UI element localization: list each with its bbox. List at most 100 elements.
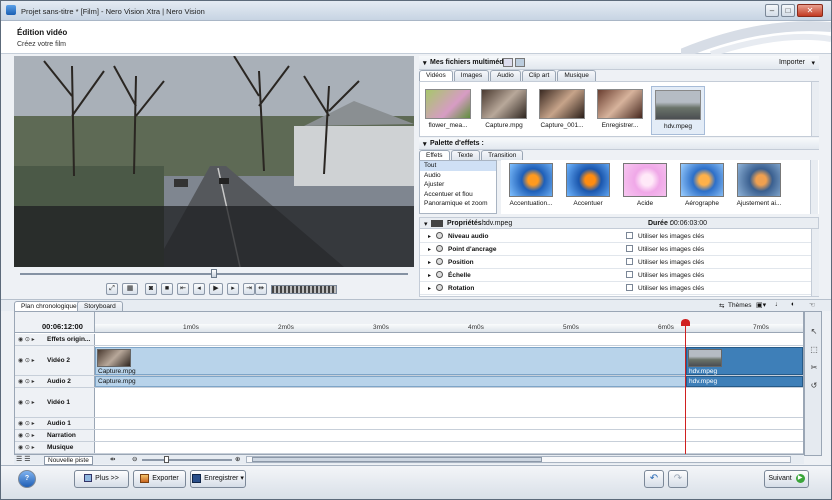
timeline-scroll-thumb[interactable] [252,457,542,462]
export-button[interactable]: Exporter [133,470,186,488]
tab-videos[interactable]: Vidéos [419,70,453,81]
keyframe-checkbox[interactable] [626,284,633,291]
split-icon[interactable]: ⇹ [255,283,267,295]
effect-category-list[interactable]: Tout Audio Ajuster Accentuer et flou Pan… [419,160,497,214]
fit-timeline-icon[interactable]: ⇹ [110,455,115,463]
pan-tool-icon[interactable]: ☜ [809,301,815,309]
audio-clip[interactable]: Capture.mpg [95,376,686,387]
collapse-arrow-icon[interactable]: ▾ [423,140,427,148]
import-button[interactable]: Importer [779,59,805,66]
collapse-arrow-icon[interactable]: ▾ [423,59,427,67]
property-row[interactable]: ▸ Position Utiliser les images clés [420,256,812,269]
save-button[interactable]: Enregistrer ▾ [190,470,246,488]
preview-seek-bar[interactable] [14,267,414,281]
media-item[interactable]: Capture.mpg [478,86,530,135]
undo-tool-icon[interactable]: ↺ [808,380,820,392]
zoom-in-icon[interactable]: ⊕ [235,455,240,463]
property-row[interactable]: ▸ Point d'ancrage Utiliser les images cl… [420,243,812,256]
effect-item[interactable]: Accentuation... [505,163,557,213]
list-view-icon[interactable] [503,58,513,67]
previous-frame-icon[interactable]: ◂ [193,283,205,295]
track-control-icons[interactable]: ◉ ⊙ ▸ [18,378,35,385]
play-icon[interactable]: ▶ [209,283,223,295]
seek-handle[interactable] [211,269,217,278]
themes-icon[interactable]: ⇆ [719,302,724,310]
go-to-end-icon[interactable]: ⇥ [243,283,255,295]
property-row[interactable]: ▸ Niveau audio Utiliser les images clés [420,230,812,243]
media-item[interactable]: Capture_001... [536,86,588,135]
timeline-ruler[interactable]: 1m0s 2m0s 3m0s 4m0s 5m0s 6m0s 7m0s [95,324,803,333]
expand-icon[interactable]: ▸ [428,246,431,253]
redo-button[interactable]: ↷ [668,470,688,488]
select-tool-icon[interactable]: ↖ [808,326,820,338]
track-control-icons[interactable]: ◉ ⊙ ▸ [18,399,35,406]
effects-scrollbar[interactable] [810,160,818,214]
marquee-tool-icon[interactable]: ⬚ [808,344,820,356]
snap-icon[interactable]: ◐ [791,301,795,308]
property-row[interactable]: ▸ Échelle Utiliser les images clés [420,269,812,282]
effect-item[interactable]: Ajustement ai... [733,163,785,213]
category-item[interactable]: Accentuer et flou [420,190,496,200]
expand-icon[interactable]: ▸ [428,259,431,266]
track-control-icons[interactable]: ◉ ⊙ ▸ [18,432,35,439]
close-button[interactable]: ✕ [797,4,823,17]
effect-item[interactable]: Accentuer [562,163,614,213]
cut-tool-icon[interactable]: ✂ [808,362,820,374]
next-button[interactable]: Suivant ▶ [764,470,809,488]
keyframe-checkbox[interactable] [626,232,633,239]
stop-icon[interactable]: ■ [161,283,173,295]
tab-audio[interactable]: Audio [490,70,521,81]
aspect-ratio-icon[interactable]: ▦ [122,283,138,295]
category-item[interactable]: Panoramique et zoom [420,199,496,209]
track-control-icons[interactable]: ◉ ⊙ ▸ [18,357,35,364]
go-to-start-icon[interactable]: ⇤ [177,283,189,295]
track-control-icons[interactable]: ◉ ⊙ ▸ [18,336,35,343]
snapshot-icon[interactable]: ◙ [145,283,157,295]
property-row[interactable]: ▸ Rotation Utiliser les images clés [420,282,812,295]
import-dropdown-icon[interactable]: ▾ [811,59,815,67]
track-control-icons[interactable]: ◉ ⊙ ▸ [18,444,35,451]
video-clip[interactable]: Capture.mpg [95,347,686,375]
media-item-selected[interactable]: hdv.mpeg [651,86,705,135]
video-options-icon[interactable]: ▣▾ [756,301,766,309]
expand-icon[interactable]: ▸ [428,285,431,292]
audio-clip-selected[interactable]: hdv.mpeg [686,376,803,387]
next-frame-icon[interactable]: ▸ [227,283,239,295]
video-clip-selected[interactable]: hdv.mpeg [686,347,803,375]
keyframe-checkbox[interactable] [626,245,633,252]
collapse-arrow-icon[interactable]: ▾ [424,220,428,228]
video-preview[interactable] [14,56,414,267]
tab-music[interactable]: Musique [557,70,596,81]
expand-icon[interactable]: ▸ [428,272,431,279]
zoom-slider-handle[interactable] [164,456,169,463]
zoom-out-icon[interactable]: ⊖ [132,455,137,463]
keyframe-checkbox[interactable] [626,271,633,278]
properties-scrollbar[interactable] [811,229,819,296]
tab-clip-art[interactable]: Clip art [521,70,557,81]
undo-button[interactable]: ↶ [644,470,664,488]
effect-item[interactable]: Aérographe [676,163,728,213]
category-item[interactable]: Tout [420,161,496,171]
media-item[interactable]: Enregistrer... [594,86,646,135]
expand-icon[interactable]: ▸ [428,233,431,240]
tab-images[interactable]: Images [453,70,490,81]
category-item[interactable]: Ajuster [420,180,496,190]
track-view-icon[interactable]: ☰ ☰ [16,455,31,463]
media-item[interactable]: flower_mea... [422,86,474,135]
media-scrollbar[interactable] [811,82,819,136]
minimize-button[interactable]: – [765,4,779,17]
playhead[interactable] [685,319,686,456]
help-button[interactable]: ? [18,470,36,488]
jog-shuttle[interactable] [271,285,337,294]
more-button[interactable]: Plus >> [74,470,129,488]
microphone-icon[interactable]: ♩ [775,301,782,308]
track-control-icons[interactable]: ◉ ⊙ ▸ [18,420,35,427]
new-track-button[interactable]: Nouvelle piste [44,456,93,465]
maximize-button[interactable]: □ [781,4,795,17]
keyframe-checkbox[interactable] [626,258,633,265]
themes-button[interactable]: Thèmes [728,302,751,309]
effect-item[interactable]: Acide [619,163,671,213]
category-item[interactable]: Audio [420,171,496,181]
zoom-slider[interactable] [142,459,232,461]
thumbnail-view-icon[interactable] [515,58,525,67]
